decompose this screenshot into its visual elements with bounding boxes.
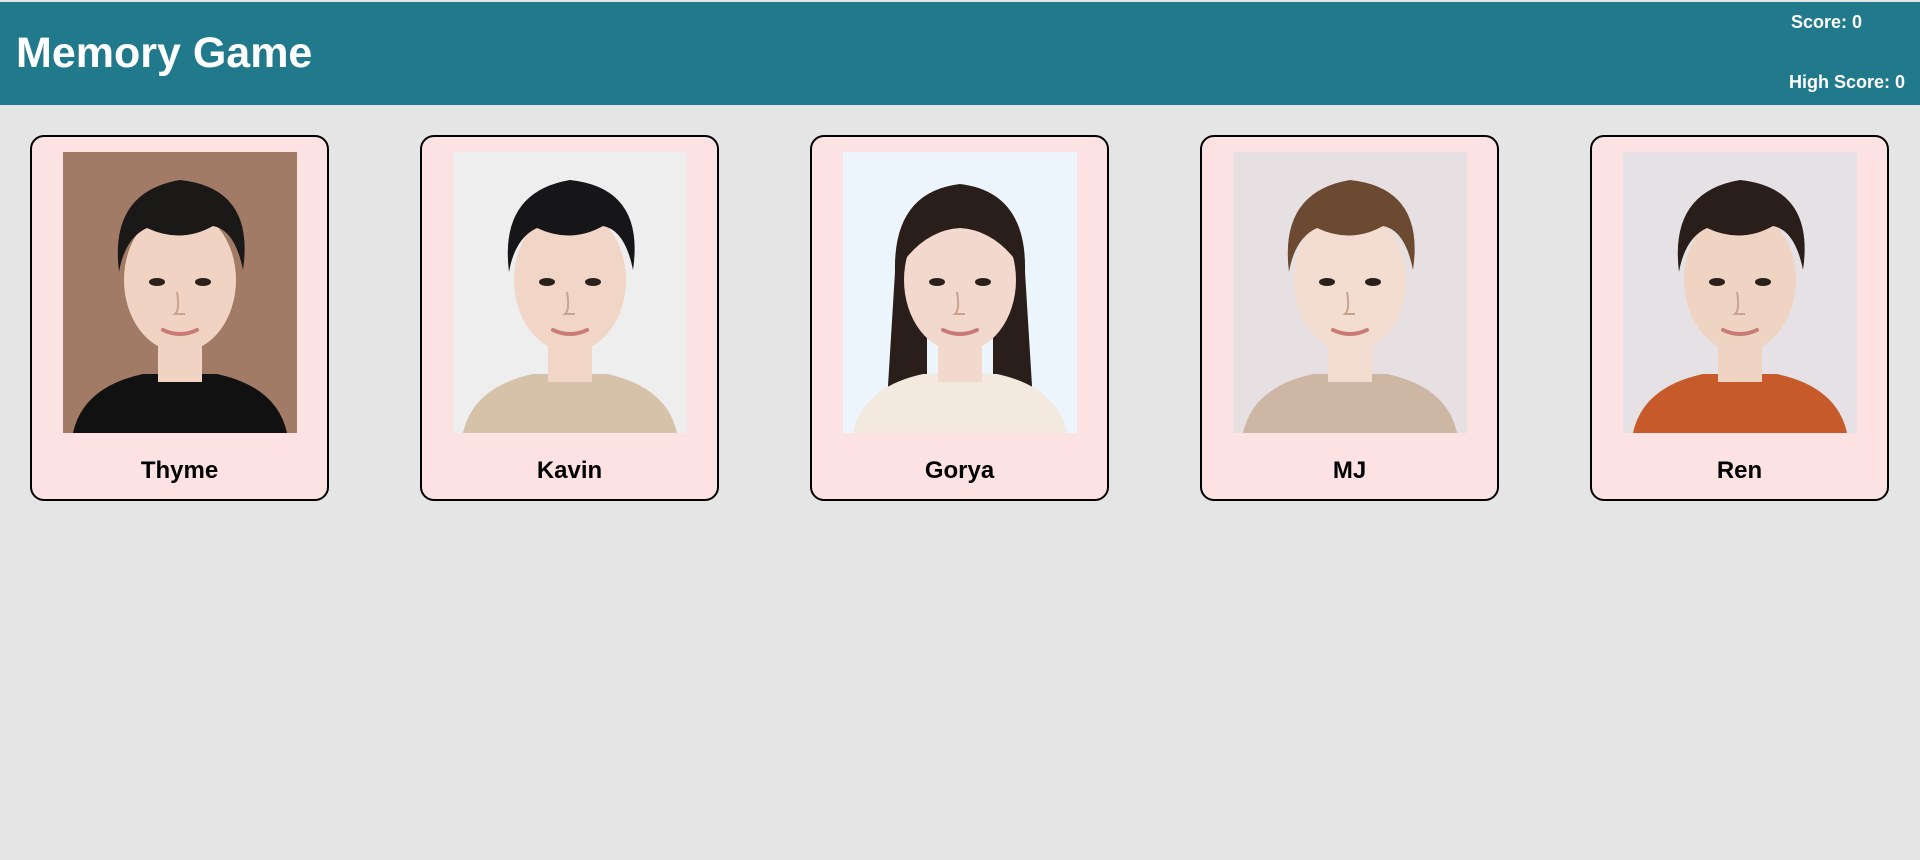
score-display: Score: 0 <box>1790 12 1862 32</box>
card-ren[interactable]: Ren <box>1590 135 1889 501</box>
portrait-image <box>843 152 1077 433</box>
portrait-image <box>63 152 297 433</box>
card-name-label: MJ <box>1332 457 1367 484</box>
card-kavin[interactable]: Kavin <box>420 135 719 501</box>
card-gorya[interactable]: Gorya <box>810 135 1109 501</box>
card-thyme[interactable]: Thyme <box>30 135 329 501</box>
card-mj[interactable]: MJ <box>1200 135 1499 501</box>
card-name-label: Gorya <box>924 457 995 484</box>
card-board: Thyme Kavin Gorya MJ Ren <box>0 105 1920 860</box>
portrait-image <box>1233 152 1467 433</box>
portrait-image <box>453 152 687 433</box>
high-score-display: High Score: 0 <box>1788 72 1905 92</box>
game-title: Memory Game <box>16 29 313 77</box>
card-name-label: Kavin <box>536 457 603 484</box>
card-name-label: Thyme <box>140 457 219 484</box>
header-bar: Memory Game Score: 0 High Score: 0 <box>0 0 1920 105</box>
card-name-label: Ren <box>1716 457 1763 484</box>
portrait-image <box>1623 152 1857 433</box>
